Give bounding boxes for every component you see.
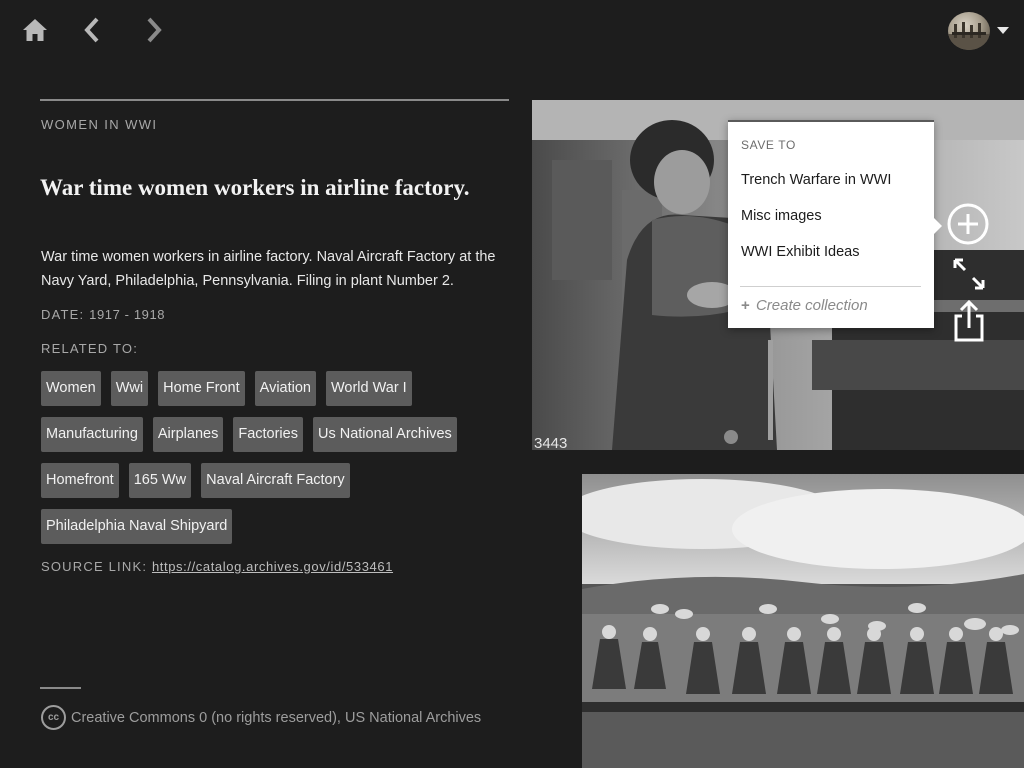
tag-165-ww[interactable]: 165 Ww (128, 463, 192, 498)
tag-us-national-archives[interactable]: Us National Archives (312, 417, 457, 452)
create-collection-label: Create collection (755, 297, 868, 314)
save-to-menu: SAVE TO Trench Warfare in WWI Misc image… (728, 120, 942, 328)
tag-philadelphia-naval-shipyard[interactable]: Philadelphia Naval Shipyard (41, 509, 233, 544)
back-button[interactable] (78, 16, 106, 44)
avatar-image (948, 22, 990, 50)
save-to-wwi-exhibit-ideas[interactable]: WWI Exhibit Ideas (741, 244, 859, 260)
save-to-misc-images[interactable]: Misc images (741, 208, 822, 224)
plus-icon: + (741, 297, 750, 314)
top-divider (40, 99, 509, 101)
creative-commons-icon: cc (41, 705, 66, 730)
photo-women-waving-hats[interactable] (582, 474, 1024, 768)
add-to-collection-button[interactable] (946, 202, 990, 251)
license-row: cc Creative Commons 0 (no rights reserve… (41, 705, 481, 730)
source-row: SOURCE LINK: https://catalog.archives.go… (41, 559, 393, 574)
forward-button[interactable] (140, 16, 168, 44)
item-description: War time women workers in airline factor… (41, 249, 496, 289)
expand-icon (953, 258, 985, 290)
photo-negative-number: 3443 (534, 435, 567, 450)
tag-homefront[interactable]: Homefront (41, 463, 119, 498)
share-button[interactable] (953, 299, 985, 347)
user-avatar[interactable] (948, 12, 990, 50)
expand-button[interactable] (953, 258, 985, 295)
source-label: SOURCE LINK: (41, 559, 148, 574)
women-waving-image (582, 474, 1024, 768)
tag-list: Women Wwi Home Front Aviation World War … (41, 371, 511, 544)
related-label: RELATED TO: (41, 341, 139, 356)
tag-home-front[interactable]: Home Front (158, 371, 245, 406)
save-to-header: SAVE TO (741, 138, 796, 152)
home-button[interactable] (21, 16, 49, 44)
date-label: DATE: (41, 307, 85, 322)
tag-manufacturing[interactable]: Manufacturing (41, 417, 143, 452)
item-title: War time women workers in airline factor… (40, 175, 470, 200)
chevron-right-icon (147, 17, 162, 43)
share-icon (954, 299, 984, 342)
tag-naval-aircraft-factory[interactable]: Naval Aircraft Factory (201, 463, 350, 498)
license-text: Creative Commons 0 (no rights reserved),… (71, 709, 482, 726)
account-menu-caret-icon[interactable] (997, 27, 1009, 34)
tag-airplanes[interactable]: Airplanes (152, 417, 224, 452)
date-value: 1917 - 1918 (89, 307, 166, 322)
chevron-left-icon (84, 17, 99, 43)
collection-label: WOMEN IN WWI (41, 117, 158, 132)
tag-women[interactable]: Women (41, 371, 101, 406)
bottom-divider (40, 687, 81, 689)
tag-wwi[interactable]: Wwi (110, 371, 149, 406)
plus-circle-icon (947, 203, 989, 245)
menu-divider (740, 286, 921, 287)
source-link[interactable]: https://catalog.archives.gov/id/533461 (152, 559, 393, 574)
date-row: DATE: 1917 - 1918 (41, 307, 165, 322)
tag-factories[interactable]: Factories (233, 417, 303, 452)
home-icon (23, 19, 47, 41)
create-collection-button[interactable]: + Create collection (741, 297, 868, 314)
save-to-trench-warfare[interactable]: Trench Warfare in WWI (741, 172, 891, 188)
tag-aviation[interactable]: Aviation (254, 371, 316, 406)
tag-world-war-i[interactable]: World War I (325, 371, 412, 406)
